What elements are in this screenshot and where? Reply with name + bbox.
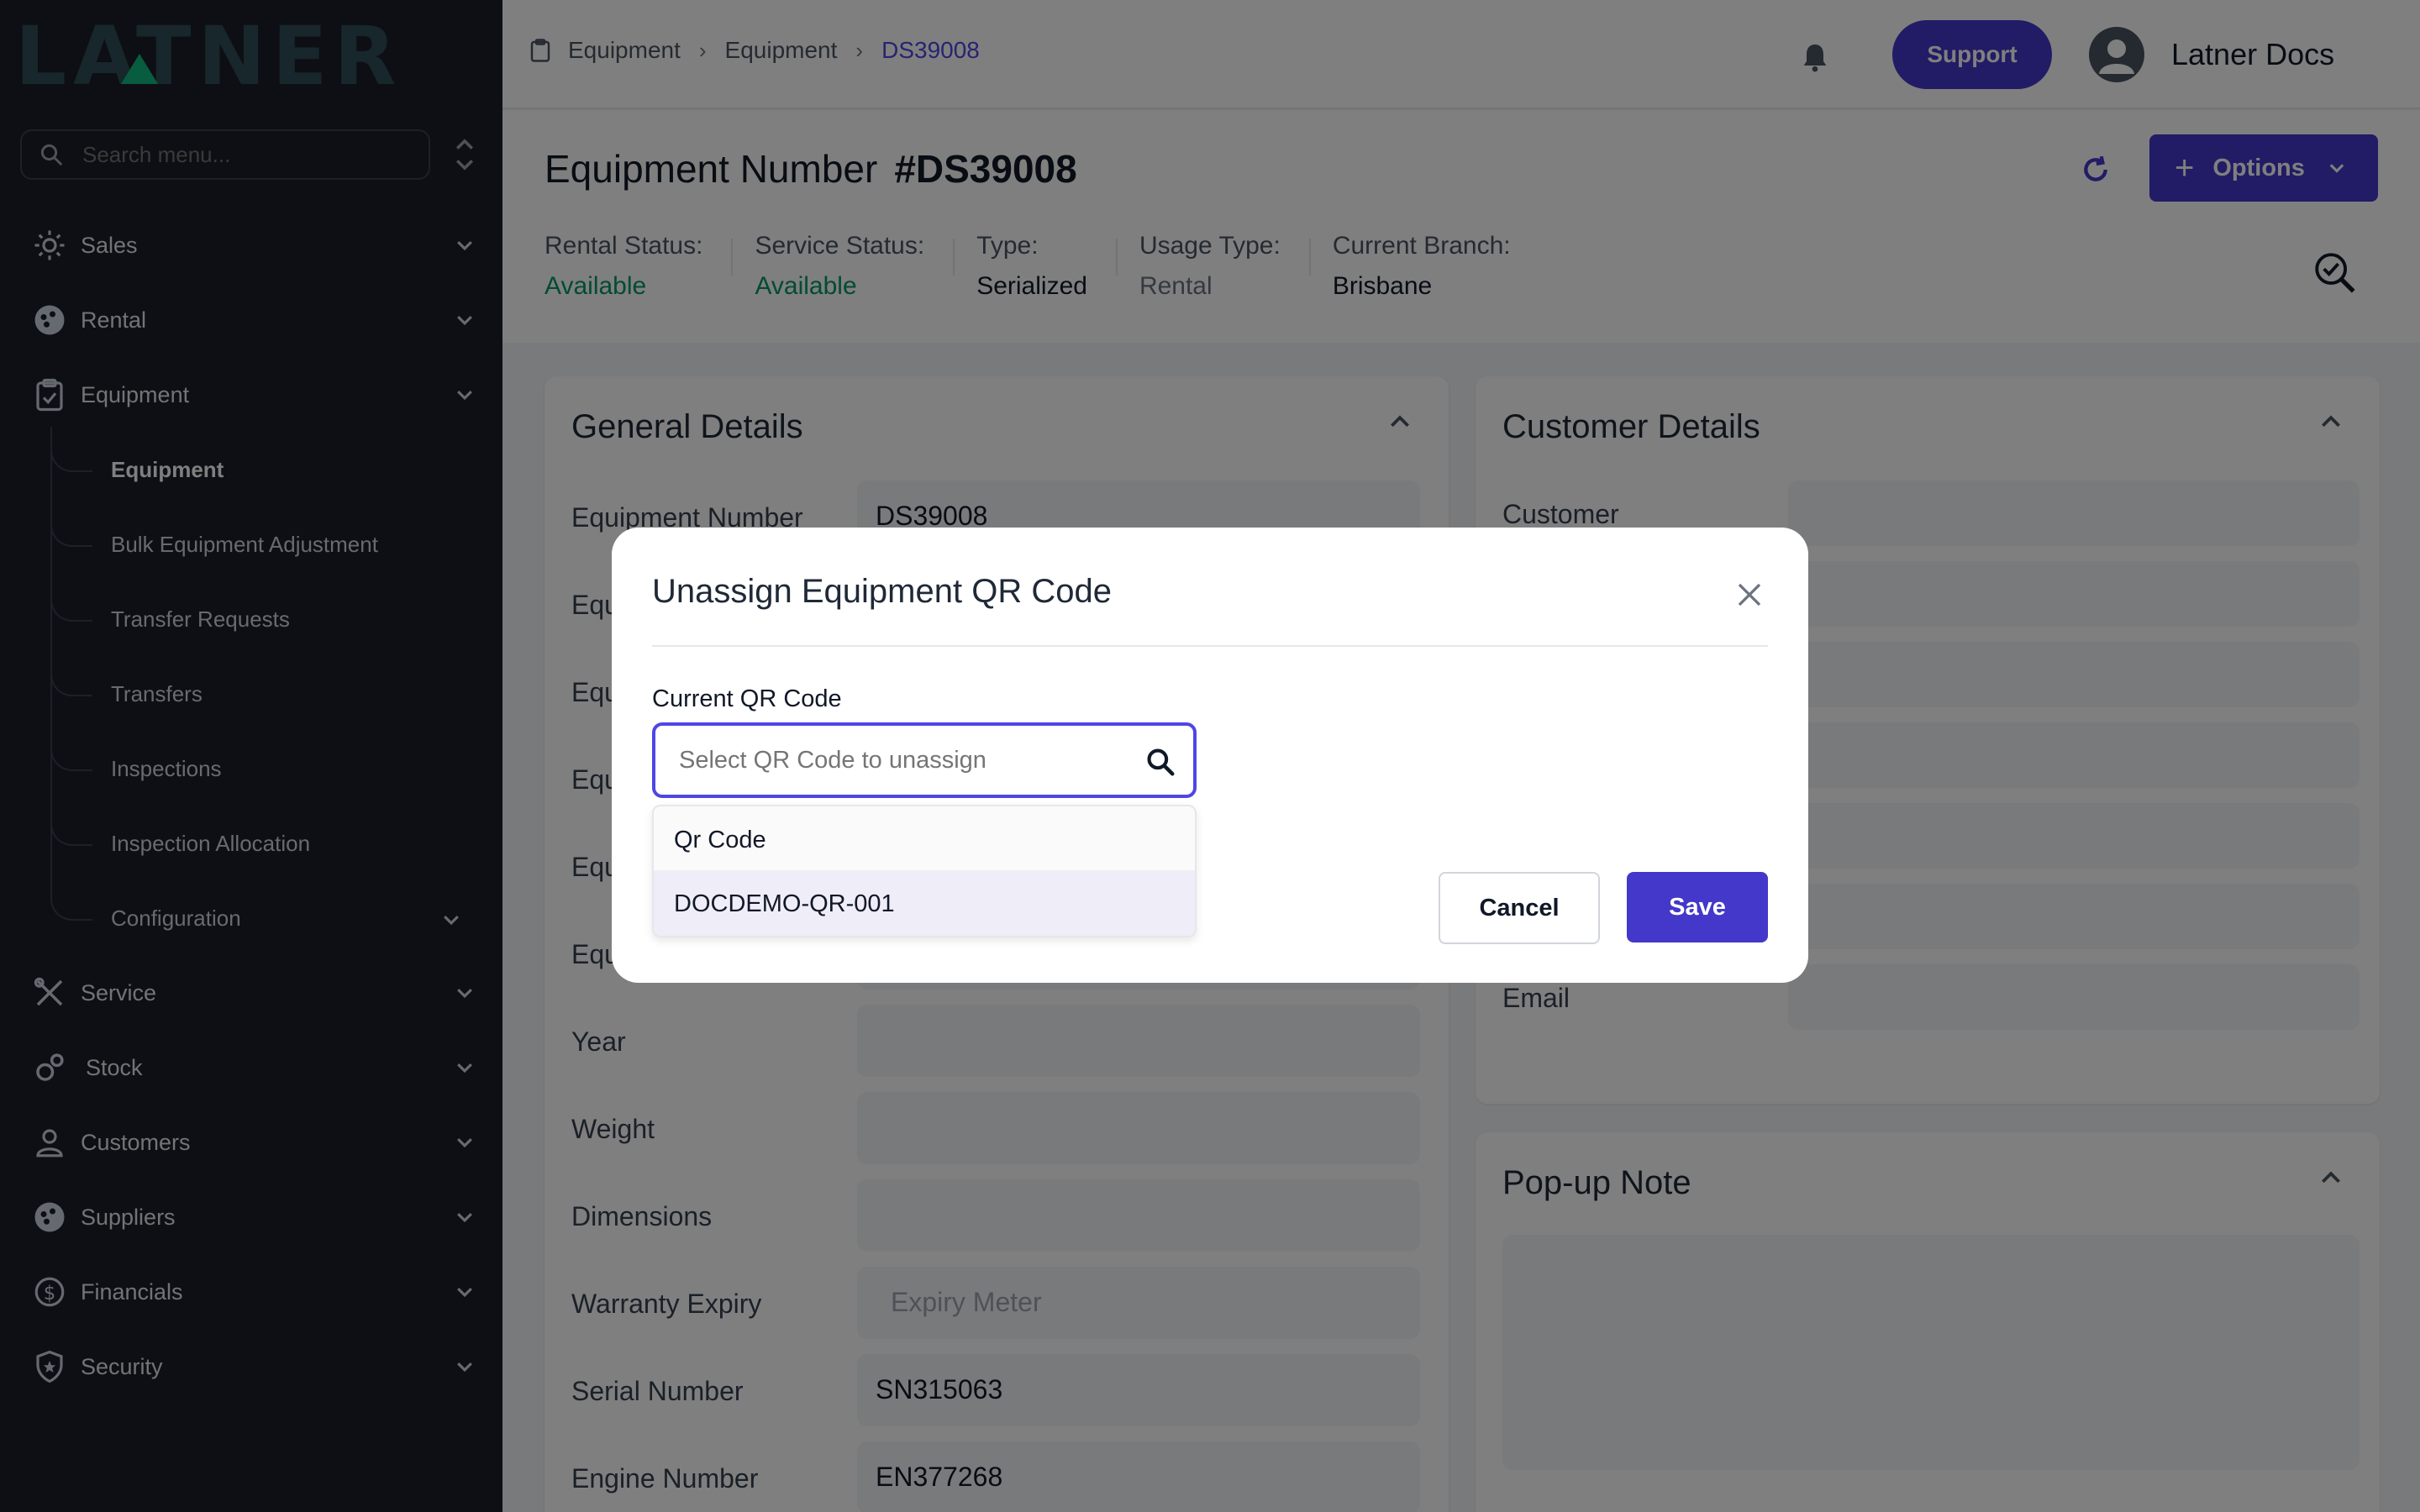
modal-title: Unassign Equipment QR Code	[652, 573, 1112, 610]
save-button[interactable]: Save	[1627, 872, 1768, 942]
dropdown-header: Qr Code	[654, 806, 1195, 872]
modal-divider	[652, 645, 1768, 647]
qr-code-select[interactable]	[652, 722, 1197, 798]
cancel-button[interactable]: Cancel	[1439, 872, 1600, 944]
qr-code-search-input[interactable]	[679, 746, 1133, 774]
search-icon	[1147, 748, 1175, 776]
field-label: Current QR Code	[652, 685, 842, 712]
close-icon[interactable]	[1734, 580, 1765, 610]
qr-code-dropdown: Qr Code DOCDEMO-QR-001	[652, 805, 1197, 937]
unassign-qr-modal: Unassign Equipment QR Code Current QR Co…	[612, 528, 1808, 983]
dropdown-option[interactable]: DOCDEMO-QR-001	[654, 872, 1195, 936]
